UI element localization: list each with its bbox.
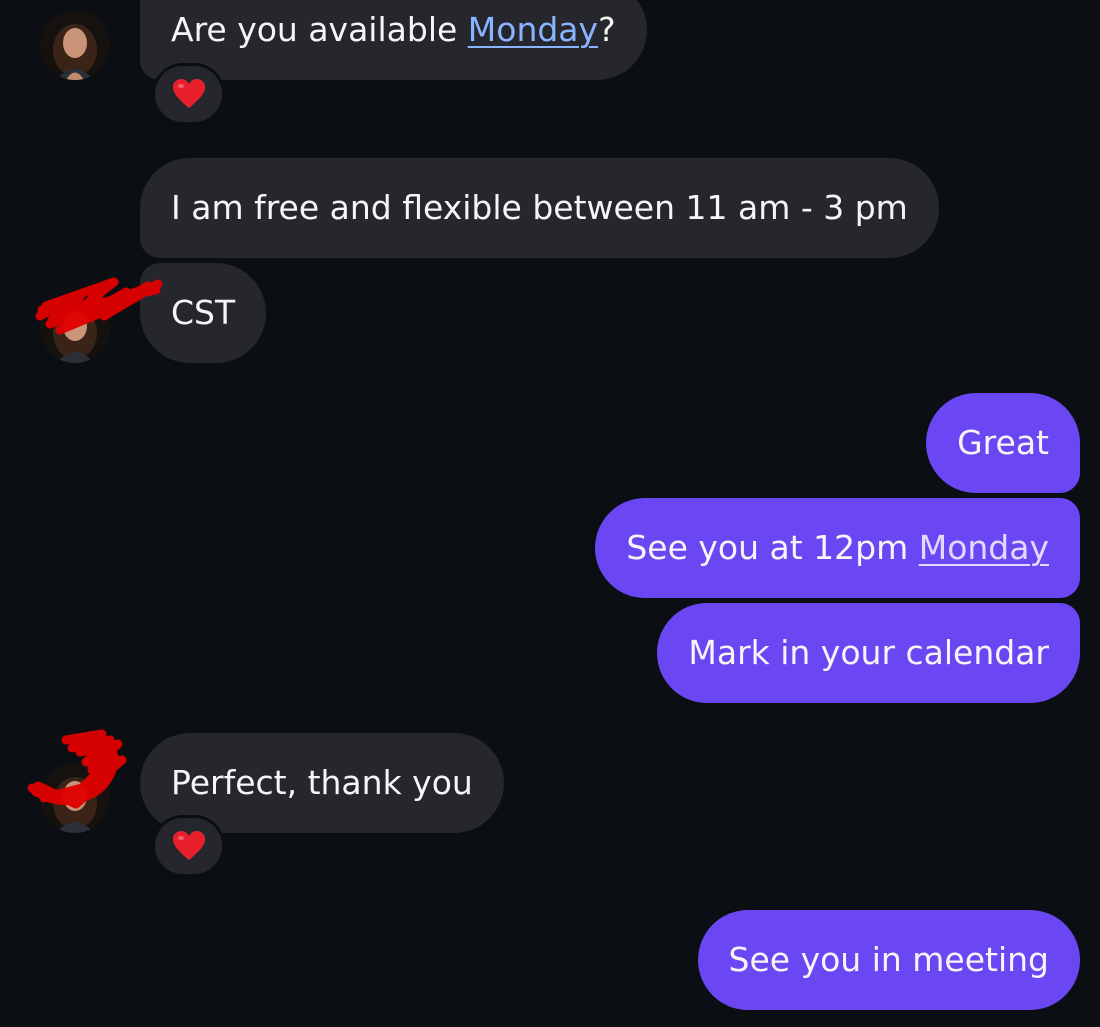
avatar-photo-icon <box>40 763 110 833</box>
message-text: Are you available <box>171 10 468 49</box>
heart-icon <box>172 831 205 860</box>
contact-avatar[interactable] <box>40 10 110 80</box>
message-text: Perfect, thank you <box>171 763 473 802</box>
incoming-message-bubble[interactable]: I am free and flexible between 11 am - 3… <box>140 158 939 258</box>
contact-avatar[interactable] <box>40 293 110 363</box>
incoming-message-bubble[interactable]: Are you available Monday? <box>140 0 647 80</box>
outgoing-message-bubble[interactable]: See you in meeting <box>697 910 1080 1010</box>
heart-icon <box>172 79 205 108</box>
outgoing-message-bubble[interactable]: See you at 12pm Monday <box>595 498 1080 598</box>
heart-reaction[interactable] <box>152 63 225 125</box>
heart-reaction[interactable] <box>152 815 225 877</box>
incoming-message-bubble[interactable]: CST <box>140 263 267 363</box>
date-link[interactable]: Monday <box>468 10 598 49</box>
message-text: Mark in your calendar <box>688 633 1049 672</box>
message-text: See you in meeting <box>728 940 1049 979</box>
contact-avatar[interactable] <box>40 763 110 833</box>
message-text: CST <box>171 293 236 332</box>
outgoing-message-bubble[interactable]: Great <box>926 393 1080 493</box>
date-link[interactable]: Monday <box>919 528 1049 567</box>
message-text-suffix: ? <box>598 10 616 49</box>
message-text: I am free and flexible between 11 am - 3… <box>171 188 908 227</box>
message-text: See you at 12pm <box>626 528 919 567</box>
avatar-photo-icon <box>40 293 110 363</box>
message-text: Great <box>957 423 1049 462</box>
outgoing-message-bubble[interactable]: Mark in your calendar <box>657 603 1080 703</box>
avatar-photo-icon <box>40 10 110 80</box>
